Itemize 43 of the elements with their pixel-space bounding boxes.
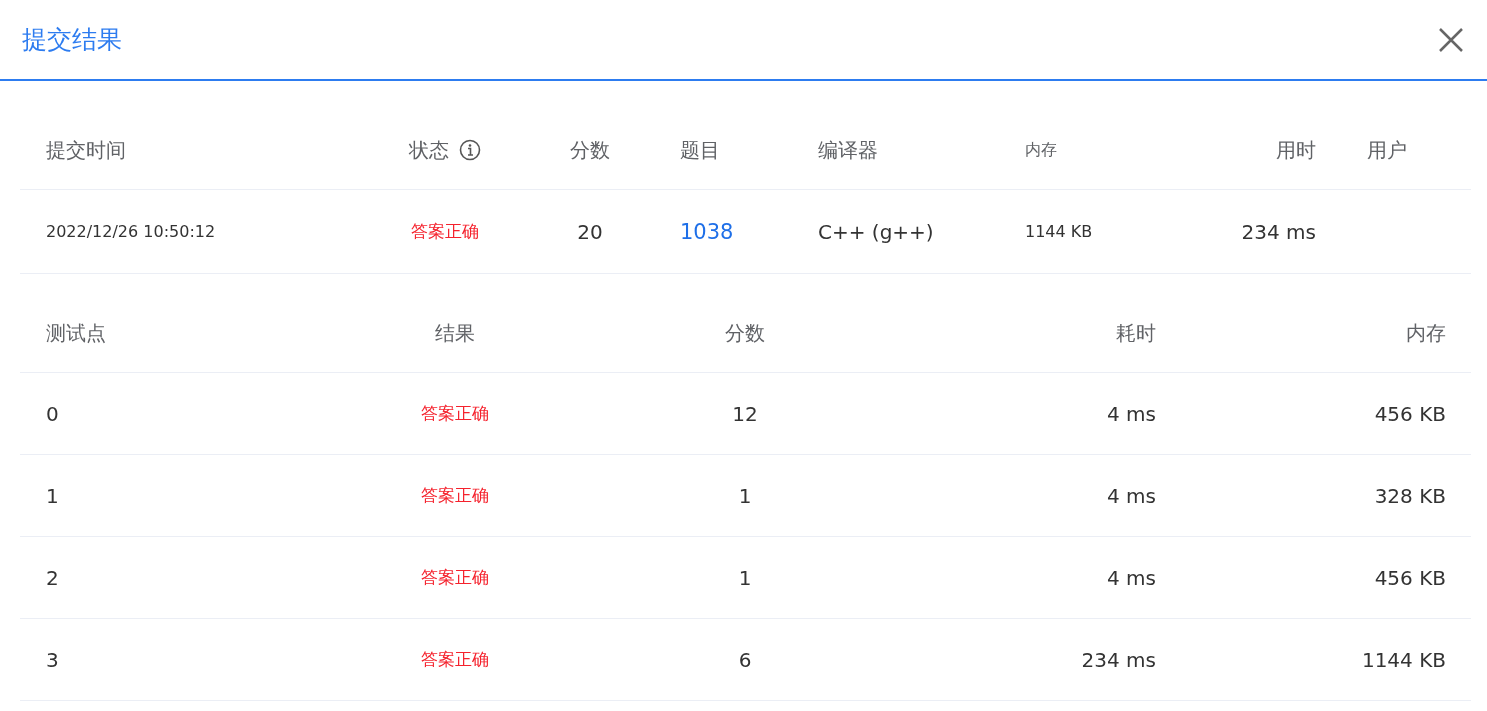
table-cell: 1: [46, 483, 59, 508]
column-header: 题目: [680, 136, 720, 164]
column-header: 耗时: [1116, 319, 1156, 347]
table-cell: 2: [46, 565, 59, 590]
table-cell: 1144 KB: [1025, 222, 1093, 241]
column-header: 编译器: [818, 136, 878, 164]
column-header: 用时: [1276, 136, 1316, 164]
table-cell: 456 KB: [1374, 565, 1446, 590]
result-text: 答案正确: [421, 648, 489, 671]
problem-link[interactable]: 1038: [680, 219, 734, 244]
table-cell: 234 ms: [1081, 647, 1156, 672]
result-text: 答案正确: [421, 402, 489, 425]
info-icon[interactable]: [459, 139, 481, 161]
table-cell: 234 ms: [1241, 219, 1316, 244]
column-header: 内存: [1025, 139, 1057, 161]
result-text: 答案正确: [421, 484, 489, 507]
column-header: 结果: [435, 319, 475, 347]
close-icon[interactable]: [1437, 25, 1465, 54]
column-header: 状态: [409, 136, 449, 164]
column-header: 提交时间: [46, 136, 126, 164]
table-cell: C++ (g++): [818, 219, 934, 244]
table-cell: 6: [738, 647, 752, 672]
column-header: 内存: [1406, 319, 1446, 347]
dialog-title: 提交结果: [22, 24, 122, 56]
table-cell: 4 ms: [1107, 401, 1156, 426]
table-cell: 4 ms: [1107, 565, 1156, 590]
table-cell: 1144 KB: [1361, 647, 1446, 672]
column-header: 用户: [1367, 136, 1407, 164]
column-header: 测试点: [46, 319, 106, 347]
table-cell: 1: [738, 483, 752, 508]
result-text: 答案正确: [421, 566, 489, 589]
table-cell: 0: [46, 401, 59, 426]
table-cell: 328 KB: [1374, 483, 1446, 508]
column-header: 分数: [725, 319, 765, 347]
table-cell: 4 ms: [1107, 483, 1156, 508]
table-cell: 20: [577, 219, 603, 244]
status-text: 答案正确: [411, 220, 479, 243]
table-cell: 12: [732, 401, 758, 426]
table-cell: 456 KB: [1374, 401, 1446, 426]
table-cell: 1: [738, 565, 752, 590]
table-cell: 2022/12/26 10:50:12: [46, 222, 216, 241]
column-header: 分数: [570, 136, 610, 164]
table-cell: 3: [46, 647, 59, 672]
